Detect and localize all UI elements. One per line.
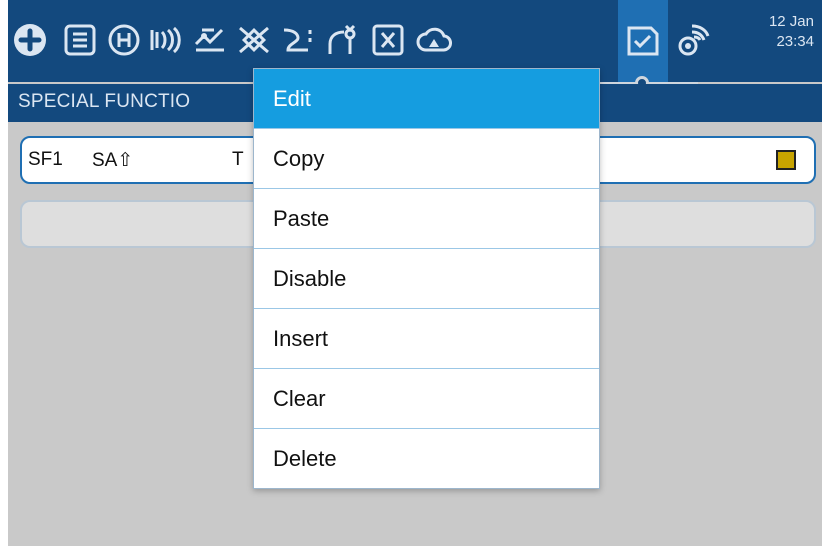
clock: 12 Jan 23:34 [769,12,814,52]
menu-item-insert[interactable]: Insert [254,309,599,369]
heli-icon[interactable] [104,18,144,62]
menu-item-edit[interactable]: Edit [254,69,599,129]
clock-time: 23:34 [776,33,814,50]
menu-item-paste[interactable]: Paste [254,189,599,249]
menu-item-copy[interactable]: Copy [254,129,599,189]
model-list-icon[interactable] [60,18,100,62]
logical-switches-icon[interactable] [324,18,364,62]
inputs-icon[interactable] [146,18,186,62]
outputs-icon[interactable] [234,18,274,62]
screen: 12 Jan 23:34 SPECIAL FUNCTIO SF1 SA⇧ T E… [8,0,822,546]
clock-date: 12 Jan [768,13,814,30]
variables-icon[interactable] [368,18,408,62]
curves-icon[interactable] [278,18,318,62]
sensors-icon[interactable] [672,18,712,62]
mixes-icon[interactable] [190,18,230,62]
special-functions-icon[interactable] [623,18,663,62]
row-switch: SA⇧ [92,150,134,171]
radio-setup-icon[interactable] [10,18,50,62]
menu-item-disable[interactable]: Disable [254,249,599,309]
row-function: T [232,149,244,170]
menu-item-delete[interactable]: Delete [254,429,599,489]
telemetry-icon[interactable] [414,18,454,62]
row-id: SF1 [28,149,63,170]
enable-checkbox[interactable] [776,150,796,170]
context-menu: Edit Copy Paste Disable Insert Clear Del… [253,68,600,489]
menu-item-clear[interactable]: Clear [254,369,599,429]
